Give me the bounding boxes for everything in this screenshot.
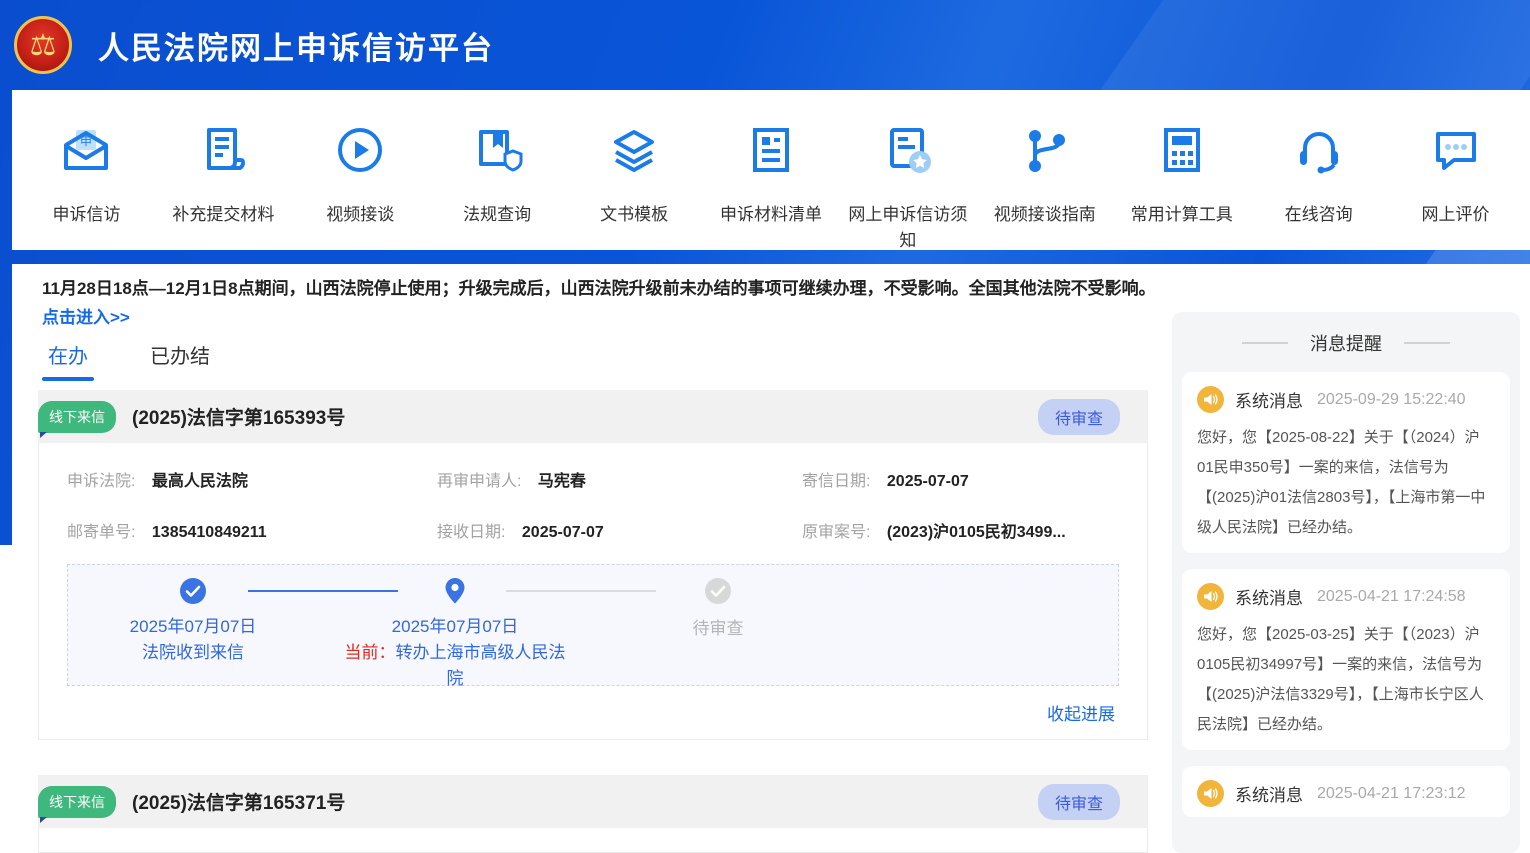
field-mail-date: 寄信日期: 2025-07-07 bbox=[802, 467, 1119, 491]
timeline-step-received: 2025年07月07日 法院收到来信 bbox=[78, 578, 308, 666]
system-notice: 11月28日18点—12月1日8点期间，山西法院停止使用；升级完成后，山西法院升… bbox=[42, 274, 1160, 332]
chat-bubble-icon bbox=[1430, 124, 1482, 176]
nav-item-supplement-materials[interactable]: 补充提交材料 bbox=[155, 124, 292, 250]
message-type: 系统消息 bbox=[1235, 781, 1303, 806]
icon-navbar: 申 申诉信访 补充提交材料 视频接谈 法规查询 文书模板 bbox=[12, 90, 1530, 250]
nav-item-video-interview[interactable]: 视频接谈 bbox=[292, 124, 429, 250]
message-panel-header: 消息提醒 bbox=[1182, 330, 1510, 356]
case-body bbox=[38, 828, 1148, 853]
nav-item-law-search[interactable]: 法规查询 bbox=[429, 124, 566, 250]
message-header: 系统消息 2025-04-21 17:24:58 bbox=[1197, 583, 1495, 610]
nav-label: 补充提交材料 bbox=[172, 202, 274, 228]
message-body: 您好，您【2025-03-25】关于【（2023）沪0105民初34997号】一… bbox=[1197, 620, 1495, 740]
branch-icon bbox=[1019, 124, 1071, 176]
title-dash bbox=[1242, 342, 1288, 344]
nav-item-document-templates[interactable]: 文书模板 bbox=[566, 124, 703, 250]
book-shield-icon bbox=[471, 124, 523, 176]
field-retrial-applicant: 再审申请人: 马宪春 bbox=[437, 467, 802, 491]
offline-letter-badge: 线下来信 bbox=[38, 401, 116, 433]
nav-label: 法规查询 bbox=[463, 202, 531, 228]
collapse-progress: 收起进展 bbox=[67, 700, 1119, 725]
title-dash bbox=[1404, 342, 1450, 344]
field-appeal-court: 申诉法院: 最高人民法院 bbox=[67, 467, 437, 491]
speaker-icon bbox=[1197, 386, 1224, 413]
message-item[interactable]: 系统消息 2025-04-21 17:23:12 bbox=[1182, 766, 1510, 817]
location-pin-icon bbox=[340, 578, 570, 604]
nav-label: 申诉材料清单 bbox=[720, 202, 822, 228]
message-item[interactable]: 系统消息 2025-04-21 17:24:58 您好，您【2025-03-25… bbox=[1182, 569, 1510, 750]
speaker-icon bbox=[1197, 583, 1224, 610]
message-header: 系统消息 2025-04-21 17:23:12 bbox=[1197, 780, 1495, 807]
message-body: 您好，您【2025-08-22】关于【（2024）沪01民申350号】一案的来信… bbox=[1197, 423, 1495, 543]
message-type: 系统消息 bbox=[1235, 387, 1303, 412]
document-list-icon bbox=[745, 124, 797, 176]
case-header: 线下来信 (2025)法信字第165371号 待审查 bbox=[38, 775, 1148, 828]
nav-item-appeal-letter[interactable]: 申 申诉信访 bbox=[18, 124, 155, 250]
case-body: 申诉法院: 最高人民法院 再审申请人: 马宪春 寄信日期: 2025-07-07 bbox=[38, 443, 1148, 740]
nav-label: 网上评价 bbox=[1422, 202, 1490, 228]
check-circle-icon bbox=[78, 578, 308, 604]
court-emblem-icon: ⚖ bbox=[14, 16, 72, 74]
main-panel: 11月28日18点—12月1日8点期间，山西法院停止使用；升级完成后，山西法院升… bbox=[12, 264, 1530, 853]
nav-label: 视频接谈 bbox=[326, 202, 394, 228]
case-number: (2025)法信字第165393号 bbox=[132, 403, 345, 430]
progress-timeline: 2025年07月07日 法院收到来信 2025年07月07日 当前：转办上海市高… bbox=[67, 564, 1119, 686]
page: ⚖ 人民法院网上申诉信访平台 申 申诉信访 补充提交材料 视频接谈 法规 bbox=[0, 0, 1530, 853]
case-card: 线下来信 (2025)法信字第165393号 待审查 申诉法院: 最高人民法院 … bbox=[38, 390, 1148, 740]
case-card: 线下来信 (2025)法信字第165371号 待审查 bbox=[38, 775, 1148, 853]
nav-label: 申诉信访 bbox=[52, 202, 120, 228]
status-badge: 待审查 bbox=[1038, 399, 1120, 435]
check-circle-gray-icon bbox=[603, 578, 833, 604]
nav-item-calculator-tools[interactable]: 常用计算工具 bbox=[1113, 124, 1250, 250]
nav-label: 在线咨询 bbox=[1285, 202, 1353, 228]
case-list: 线下来信 (2025)法信字第165393号 待审查 申诉法院: 最高人民法院 … bbox=[38, 390, 1148, 853]
message-item[interactable]: 系统消息 2025-09-29 15:22:40 您好，您【2025-08-22… bbox=[1182, 372, 1510, 553]
nav-label: 文书模板 bbox=[600, 202, 668, 228]
tab-in-progress[interactable]: 在办 bbox=[48, 340, 88, 381]
offline-letter-badge: 线下来信 bbox=[38, 786, 116, 818]
layers-icon bbox=[608, 124, 660, 176]
calculator-icon bbox=[1156, 124, 1208, 176]
nav-label: 常用计算工具 bbox=[1131, 202, 1233, 228]
message-type: 系统消息 bbox=[1235, 584, 1303, 609]
speaker-icon bbox=[1197, 780, 1224, 807]
field-original-case-number: 原审案号: (2023)沪0105民初3499... bbox=[802, 518, 1119, 542]
collapse-progress-link[interactable]: 收起进展 bbox=[1047, 705, 1115, 724]
notice-enter-link[interactable]: 点击进入>> bbox=[42, 308, 130, 327]
document-scroll-icon bbox=[197, 124, 249, 176]
nav-label: 网上申诉信访须知 bbox=[847, 202, 969, 254]
message-panel: 消息提醒 系统消息 2025-09-29 15:22:40 您好，您【2025-… bbox=[1172, 312, 1520, 853]
mail-icon: 申 bbox=[60, 124, 112, 176]
timeline-step-pending-review: 待审查 bbox=[603, 578, 833, 642]
message-time: 2025-09-29 15:22:40 bbox=[1317, 391, 1466, 409]
case-fields: 申诉法院: 最高人民法院 再审申请人: 马宪春 寄信日期: 2025-07-07 bbox=[67, 467, 1119, 542]
message-header: 系统消息 2025-09-29 15:22:40 bbox=[1197, 386, 1495, 413]
nav-item-video-guide[interactable]: 视频接谈指南 bbox=[976, 124, 1113, 250]
headset-icon bbox=[1293, 124, 1345, 176]
field-tracking-number: 邮寄单号: 1385410849211 bbox=[67, 518, 437, 542]
timeline-step-current: 2025年07月07日 当前：转办上海市高级人民法院 bbox=[340, 578, 570, 692]
case-tabs: 在办 已办结 bbox=[48, 340, 210, 381]
nav-label: 视频接谈指南 bbox=[994, 202, 1096, 228]
field-receive-date: 接收日期: 2025-07-07 bbox=[437, 518, 802, 542]
status-badge: 待审查 bbox=[1038, 784, 1120, 820]
header: ⚖ 人民法院网上申诉信访平台 bbox=[0, 0, 1530, 90]
page-title: 人民法院网上申诉信访平台 bbox=[98, 23, 494, 68]
current-step-label: 当前：转办上海市高级人民法院 bbox=[340, 640, 570, 692]
case-header: 线下来信 (2025)法信字第165393号 待审查 bbox=[38, 390, 1148, 443]
play-circle-icon bbox=[334, 124, 386, 176]
case-number: (2025)法信字第165371号 bbox=[132, 788, 345, 815]
nav-item-appeal-material-list[interactable]: 申诉材料清单 bbox=[703, 124, 840, 250]
notice-text: 11月28日18点—12月1日8点期间，山西法院停止使用；升级完成后，山西法院升… bbox=[42, 279, 1156, 298]
nav-item-online-review[interactable]: 网上评价 bbox=[1387, 124, 1524, 250]
message-time: 2025-04-21 17:24:58 bbox=[1317, 588, 1466, 606]
nav-item-online-consult[interactable]: 在线咨询 bbox=[1250, 124, 1387, 250]
tab-completed[interactable]: 已办结 bbox=[150, 340, 210, 381]
document-star-icon bbox=[882, 124, 934, 176]
nav-item-online-appeal-notice[interactable]: 网上申诉信访须知 bbox=[839, 124, 976, 250]
message-panel-title: 消息提醒 bbox=[1310, 330, 1382, 356]
message-time: 2025-04-21 17:23:12 bbox=[1317, 785, 1466, 803]
